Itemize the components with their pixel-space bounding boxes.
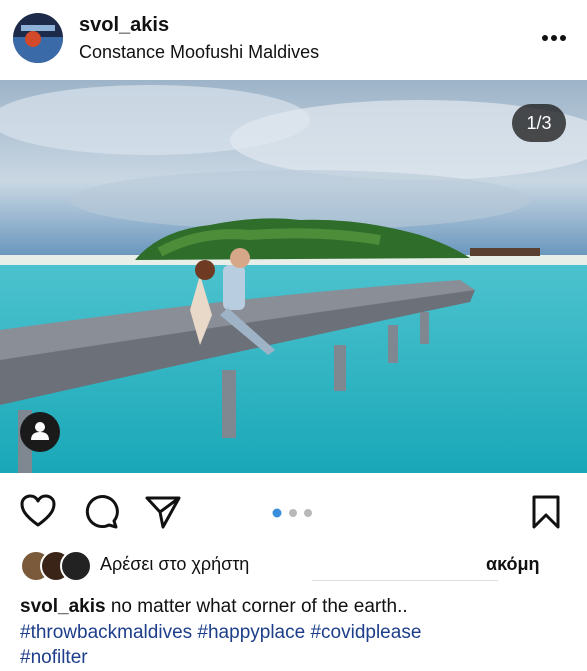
person-tag-icon[interactable]: [20, 412, 60, 452]
heart-icon[interactable]: [20, 494, 56, 533]
post-username[interactable]: svol_akis: [79, 14, 169, 37]
redacted-area: [312, 552, 498, 581]
caption-text: no matter what corner of the earth..: [110, 596, 408, 617]
carousel-dot: [304, 509, 312, 517]
post-caption: svol_akis no matter what corner of the e…: [20, 594, 580, 671]
carousel-indicator: [271, 506, 321, 518]
hashtag[interactable]: #throwbackmaldives: [20, 622, 192, 643]
bookmark-icon[interactable]: [531, 495, 561, 534]
carousel-dot: [289, 509, 297, 517]
share-icon[interactable]: [145, 495, 181, 534]
caption-username[interactable]: svol_akis: [20, 596, 106, 617]
liked-by-more[interactable]: ακόμη: [486, 554, 540, 575]
liked-by-text: Αρέσει στο χρήστη: [100, 554, 250, 574]
post-photo[interactable]: [0, 80, 587, 473]
user-avatar[interactable]: [13, 13, 63, 63]
hashtag[interactable]: #happyplace: [197, 622, 305, 643]
hashtag[interactable]: #nofilter: [20, 647, 88, 668]
liked-by-row[interactable]: Αρέσει στο χρήστη ακόμη: [20, 550, 580, 582]
more-options-icon[interactable]: [541, 30, 567, 41]
post-header: svol_akis Constance Moofushi Maldives: [0, 0, 587, 80]
photo-counter: 1/3: [512, 104, 566, 142]
post-location[interactable]: Constance Moofushi Maldives: [79, 42, 319, 63]
carousel-dot-active: [272, 508, 282, 518]
comment-icon[interactable]: [83, 494, 119, 535]
liker-avatar: [60, 550, 92, 582]
hashtag[interactable]: #covidplease: [310, 622, 421, 643]
